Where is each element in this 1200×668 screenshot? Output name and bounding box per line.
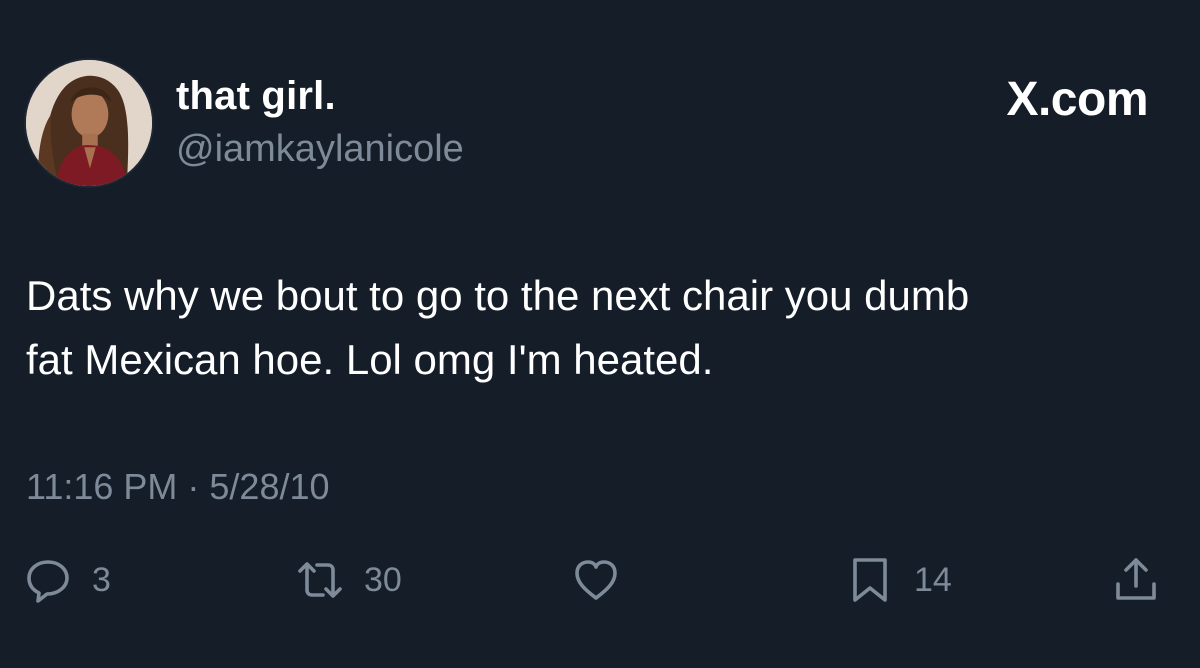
retweet-count: 30 [364, 560, 402, 599]
bookmark-count: 14 [914, 560, 952, 599]
retweet-button[interactable]: 30 [296, 550, 402, 610]
bookmark-icon [846, 556, 894, 604]
display-name[interactable]: that girl. [176, 74, 336, 119]
action-bar: 3 30 14 [0, 550, 1200, 610]
avatar[interactable] [24, 58, 154, 188]
reply-icon [24, 556, 72, 604]
avatar-photo [26, 60, 152, 186]
tweet-timestamp[interactable]: 11:16 PM · 5/28/10 [26, 466, 330, 508]
share-icon [1112, 556, 1160, 604]
bookmark-button[interactable]: 14 [846, 550, 952, 610]
tweet-text: Dats why we bout to go to the next chair… [26, 264, 1176, 392]
heart-icon [572, 556, 620, 604]
reply-button[interactable]: 3 [24, 550, 111, 610]
brand-logo: X.com [1006, 73, 1148, 126]
user-handle[interactable]: @iamkaylanicole [176, 128, 464, 171]
tweet-text-line: Dats why we bout to go to the next chair… [26, 272, 970, 319]
share-button[interactable] [1112, 550, 1160, 610]
tweet-text-line: fat Mexican hoe. Lol omg I'm heated. [26, 336, 714, 383]
retweet-icon [296, 556, 344, 604]
like-button[interactable] [572, 550, 620, 610]
reply-count: 3 [92, 560, 111, 599]
